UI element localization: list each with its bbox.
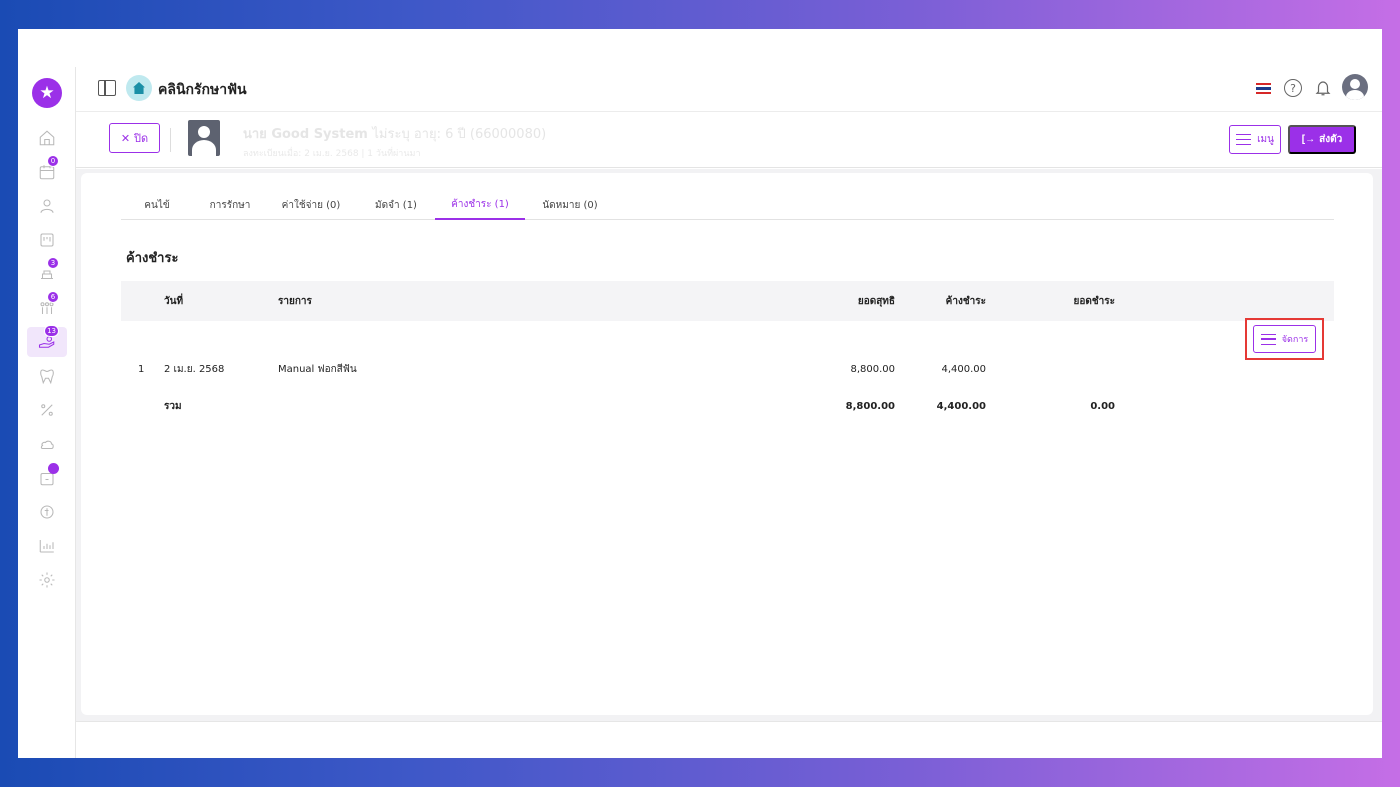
top-bar: คลินิกรักษาฟัน ?	[76, 67, 1382, 112]
app-window: ★ 0 3 6 13 คลินิกรักษาฟัน ? ✕ ปิด นาย Go…	[18, 29, 1382, 758]
help-icon[interactable]: ?	[1284, 79, 1302, 97]
close-icon: ✕	[120, 131, 131, 145]
sidebar-item-home[interactable]	[27, 123, 67, 153]
row-net: 8,800.00	[850, 364, 895, 375]
exit-arrow-icon: [→	[1301, 134, 1316, 145]
row-date: 2 เม.ย. 2568	[164, 364, 225, 375]
board-icon	[40, 233, 54, 247]
manage-label: จัดการ	[1281, 334, 1309, 344]
column-net: ยอดสุทธิ	[857, 295, 895, 307]
payment-badge: 13	[44, 325, 59, 337]
tab-bar: คนไข้ การรักษา ค่าใช้จ่าย (0) มัดจำ (1) …	[121, 190, 1334, 220]
section-title: ค้างชำระ	[126, 251, 179, 266]
total-payment: 0.00	[1090, 401, 1115, 412]
menu-button[interactable]: เมนู	[1229, 125, 1281, 154]
notification-dot	[48, 463, 59, 474]
tab-expenses[interactable]: ค่าใช้จ่าย (0)	[267, 190, 355, 220]
user-avatar[interactable]	[1342, 74, 1368, 100]
hamburger-icon	[1236, 134, 1252, 145]
tooth-icon	[40, 369, 54, 385]
star-logo-icon[interactable]: ★	[32, 78, 62, 108]
patient-header: ✕ ปิด นาย Good System ไม่ระบุ อายุ: 6 ปี…	[76, 113, 1382, 168]
sidebar-item-discount[interactable]	[27, 395, 67, 425]
patient-meta: ลงทะเบียนเมื่อ: 2 เม.ย. 2568 | 1 วันที่ผ…	[243, 149, 421, 159]
table-row: 1 2 เม.ย. 2568 Manual ฟอกสีฟัน 8,800.00 …	[121, 351, 1334, 388]
clinic-logo-icon	[126, 75, 152, 101]
row-outstanding: 4,400.00	[941, 364, 986, 375]
sidebar: ★ 0 3 6 13	[18, 29, 75, 758]
tab-outstanding[interactable]: ค้างชำระ (1)	[435, 190, 525, 220]
sidebar-item-cloud[interactable]	[27, 429, 67, 459]
sidebar-item-queue[interactable]: 6	[27, 291, 67, 323]
sidebar-toggle-icon[interactable]	[98, 80, 116, 96]
column-outstanding: ค้างชำระ	[945, 295, 986, 307]
column-date: วันที่	[164, 295, 184, 307]
sidebar-item-reports[interactable]	[27, 531, 67, 561]
thai-flag-icon[interactable]	[1256, 83, 1271, 94]
sidebar-item-tooth[interactable]	[27, 361, 67, 391]
menu-label: เมนู	[1257, 134, 1274, 145]
column-item: รายการ	[278, 295, 312, 307]
gear-icon	[39, 572, 55, 588]
home-icon	[39, 130, 55, 146]
coin-icon	[40, 505, 54, 519]
patient-name-main: นาย Good System	[243, 127, 368, 142]
percent-icon	[41, 404, 53, 416]
patient-name-sub: ไม่ระบุ อายุ: 6 ปี (66000080)	[372, 127, 547, 142]
manage-highlight: จัดการ	[1245, 318, 1324, 360]
sidebar-item-board[interactable]	[27, 225, 67, 255]
send-button[interactable]: [→ ส่งตัว	[1288, 125, 1356, 154]
tab-deposit[interactable]: มัดจำ (1)	[359, 190, 433, 220]
clinic-name: คลินิกรักษาฟัน	[158, 82, 247, 98]
column-payment: ยอดชำระ	[1073, 295, 1115, 307]
cloud-icon	[40, 440, 54, 450]
header-divider	[170, 128, 171, 152]
queue-badge: 6	[47, 291, 59, 303]
sidebar-item-dental-chair[interactable]: 3	[27, 257, 67, 289]
sidebar-item-payment[interactable]: 13	[27, 325, 67, 357]
user-icon	[40, 199, 54, 213]
send-label: ส่งตัว	[1319, 134, 1343, 145]
table-total-row: รวม 8,800.00 4,400.00 0.00	[121, 388, 1334, 425]
tab-appointments[interactable]: นัดหมาย (0)	[529, 190, 611, 220]
close-button[interactable]: ✕ ปิด	[109, 123, 160, 153]
sidebar-item-finance[interactable]	[27, 497, 67, 527]
calendar-badge: 0	[47, 155, 59, 167]
bell-icon[interactable]	[1314, 79, 1332, 97]
manage-button[interactable]: จัดการ	[1253, 325, 1316, 353]
patient-name: นาย Good System ไม่ระบุ อายุ: 6 ปี (6600…	[243, 123, 546, 144]
total-net: 8,800.00	[845, 401, 895, 412]
total-label: รวม	[164, 401, 182, 412]
tab-patient[interactable]: คนไข้	[121, 190, 193, 220]
patient-avatar	[188, 120, 220, 156]
row-item: Manual ฟอกสีฟัน	[278, 364, 357, 375]
sidebar-item-calendar[interactable]: 0	[27, 155, 67, 187]
dental-chair-badge: 3	[47, 257, 59, 269]
sidebar-item-patients[interactable]	[27, 191, 67, 221]
sidebar-item-schedule[interactable]	[27, 463, 67, 493]
row-number: 1	[138, 364, 145, 375]
row-payment	[1001, 351, 1115, 388]
tab-treatment[interactable]: การรักษา	[197, 190, 263, 220]
close-label: ปิด	[134, 132, 149, 145]
hamburger-icon	[1260, 333, 1276, 345]
chart-icon	[39, 540, 54, 553]
main-card: คนไข้ การรักษา ค่าใช้จ่าย (0) มัดจำ (1) …	[81, 173, 1373, 715]
table-header: วันที่ รายการ ยอดสุทธิ ค้างชำระ ยอดชำระ	[121, 281, 1334, 321]
total-outstanding: 4,400.00	[936, 401, 986, 412]
content-bottom-border	[76, 721, 1382, 722]
sidebar-item-settings[interactable]	[27, 565, 67, 595]
